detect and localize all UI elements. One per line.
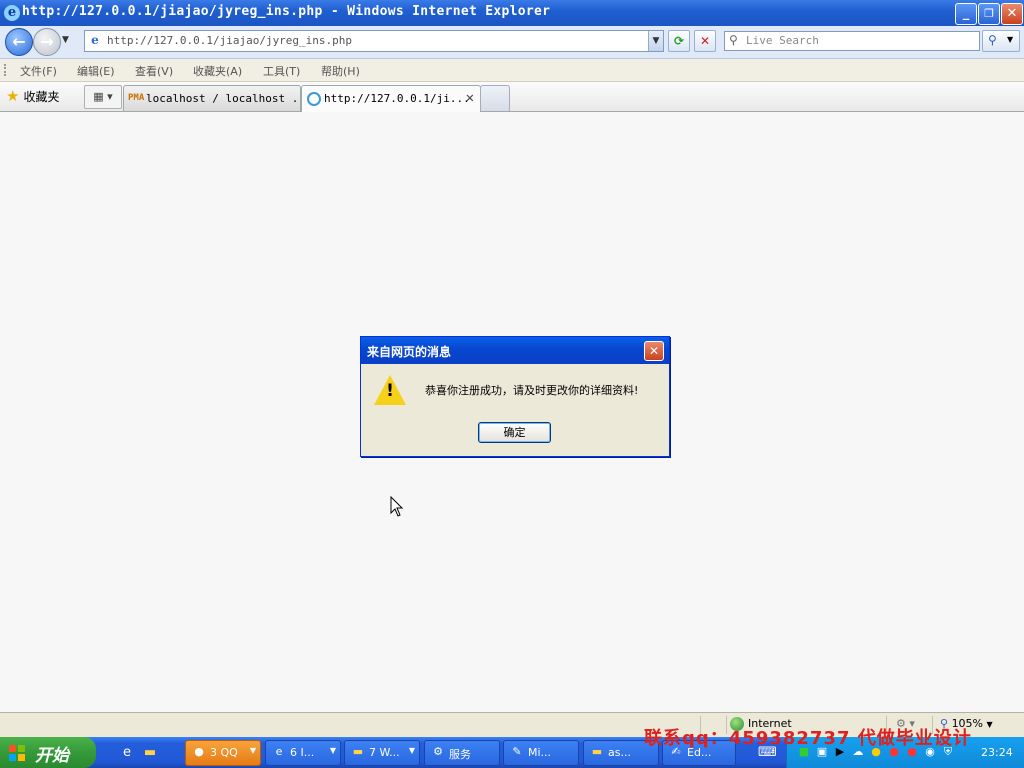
history-dropdown-icon[interactable]: ▼ [62, 35, 69, 45]
tab-current-page[interactable]: http://127.0.0.1/ji... ✕ [301, 85, 481, 112]
star-icon: ★ [6, 87, 20, 105]
task-qq[interactable]: ● 3 QQ ▼ [185, 740, 261, 766]
mouse-cursor-icon [390, 496, 404, 517]
tab-label: http://127.0.0.1/ji... [324, 92, 470, 105]
search-input[interactable]: ⚲ Live Search [724, 31, 980, 51]
ie-icon: e [4, 5, 20, 21]
favorites-button[interactable]: ★ 收藏夹 [6, 87, 59, 105]
task-explorer[interactable]: ▬ 7 W... ▼ [344, 740, 420, 766]
refresh-icon: ⟳ [673, 34, 685, 48]
services-icon: ⚙ [433, 745, 443, 758]
menu-edit[interactable]: 编辑(E) [77, 63, 115, 79]
close-window-button[interactable]: ✕ [1001, 3, 1023, 25]
quicklaunch-ie-icon[interactable]: e [118, 744, 136, 762]
dialog-message: 恭喜你注册成功，请及时更改你的详细资料! [425, 384, 639, 397]
dialog-title-bar[interactable]: 来自网页的消息 ✕ [361, 337, 669, 364]
new-tab-button[interactable] [480, 85, 510, 111]
favorites-label: 收藏夹 [23, 90, 60, 104]
menu-bar: 文件(F) 编辑(E) 查看(V) 收藏夹(A) 工具(T) 帮助(H) [0, 59, 1024, 82]
address-field[interactable]: e http://127.0.0.1/jiajao/jyreg_ins.php … [84, 30, 664, 52]
loading-icon [307, 92, 321, 106]
folder-icon: ▬ [591, 745, 603, 758]
qq-icon: ● [194, 745, 204, 758]
quick-tabs-icon: ▦ ▾ [93, 90, 113, 103]
window-title-bar[interactable]: e http://127.0.0.1/jiajao/jyreg_ins.php … [0, 0, 1024, 26]
menu-file[interactable]: 文件(F) [20, 63, 57, 79]
forward-button[interactable]: → [33, 28, 61, 56]
stop-button[interactable]: ✕ [694, 30, 716, 52]
search-icon: ⚲ [729, 33, 738, 47]
search-options-dropdown-icon[interactable]: ▼ [1007, 35, 1013, 44]
menu-favorites[interactable]: 收藏夹(A) [193, 63, 242, 79]
tools-icon: ✎ [512, 745, 522, 758]
restore-button[interactable]: ❐ [978, 3, 1000, 25]
search-button[interactable]: ⚲ ▼ [982, 30, 1020, 52]
task-dropdown-icon: ▼ [408, 746, 415, 755]
watermark-text: 联系qq：459382737 代做毕业设计 [644, 728, 972, 749]
address-url[interactable]: http://127.0.0.1/jiajao/jyreg_ins.php [107, 34, 352, 47]
alert-dialog: 来自网页的消息 ✕ ! 恭喜你注册成功，请及时更改你的详细资料! 确定 [360, 336, 670, 457]
ok-button[interactable]: 确定 [478, 422, 551, 443]
start-label: 开始 [35, 746, 69, 766]
phpmyadmin-icon: PMA [128, 93, 145, 103]
task-label: 服务 [449, 748, 471, 761]
dialog-title: 来自网页的消息 [367, 345, 452, 359]
task-dropdown-icon: ▼ [249, 746, 256, 755]
magnifier-icon: ⚲ [988, 33, 997, 47]
toolbar-grip[interactable] [4, 64, 9, 76]
folder-icon: ▬ [352, 745, 364, 758]
address-dropdown-icon[interactable]: ▼ [648, 31, 663, 51]
tab-label: localhost / localhost ... [146, 92, 301, 105]
window-title: http://127.0.0.1/jiajao/jyreg_ins.php - … [22, 4, 551, 19]
page-favicon-icon: e [91, 33, 99, 47]
close-tab-icon[interactable]: ✕ [466, 90, 474, 106]
address-toolbar: ← → ▼ e http://127.0.0.1/jiajao/jyreg_in… [0, 26, 1024, 59]
tab-bar: ★ 收藏夹 ▦ ▾ PMA localhost / localhost ... h… [0, 82, 1024, 112]
back-arrow-icon: ← [12, 32, 26, 51]
task-label: 7 W... [369, 746, 400, 759]
task-dropdown-icon: ▼ [329, 746, 336, 755]
dialog-close-button[interactable]: ✕ [644, 341, 664, 361]
task-ie[interactable]: e 6 I... ▼ [265, 740, 341, 766]
stop-icon: ✕ [699, 34, 711, 48]
task-services[interactable]: ⚙ 服务 [424, 740, 500, 766]
back-button[interactable]: ← [5, 28, 33, 56]
task-label: 3 QQ [210, 746, 238, 759]
task-mi[interactable]: ✎ Mi... [503, 740, 579, 766]
tab-localhost[interactable]: PMA localhost / localhost ... [123, 85, 301, 111]
windows-logo-icon [9, 745, 25, 761]
task-label: as... [608, 746, 631, 759]
task-label: Mi... [528, 746, 552, 759]
start-button[interactable]: 开始 [0, 737, 96, 768]
task-label: 6 I... [290, 746, 315, 759]
menu-help[interactable]: 帮助(H) [321, 63, 360, 79]
warning-exclamation: ! [386, 381, 394, 401]
quick-tabs-button[interactable]: ▦ ▾ [84, 85, 122, 109]
menu-tools[interactable]: 工具(T) [263, 63, 300, 79]
quicklaunch-folder-icon[interactable]: ▬ [141, 744, 159, 762]
clock[interactable]: 23:24 [981, 746, 1013, 759]
search-placeholder: Live Search [746, 34, 819, 47]
forward-arrow-icon: → [40, 32, 54, 51]
zoom-dropdown-icon[interactable]: ▼ [987, 720, 993, 729]
minimize-button[interactable]: _ [955, 3, 977, 25]
menu-view[interactable]: 查看(V) [135, 63, 173, 79]
refresh-button[interactable]: ⟳ [668, 30, 690, 52]
ie-icon: e [275, 745, 283, 758]
